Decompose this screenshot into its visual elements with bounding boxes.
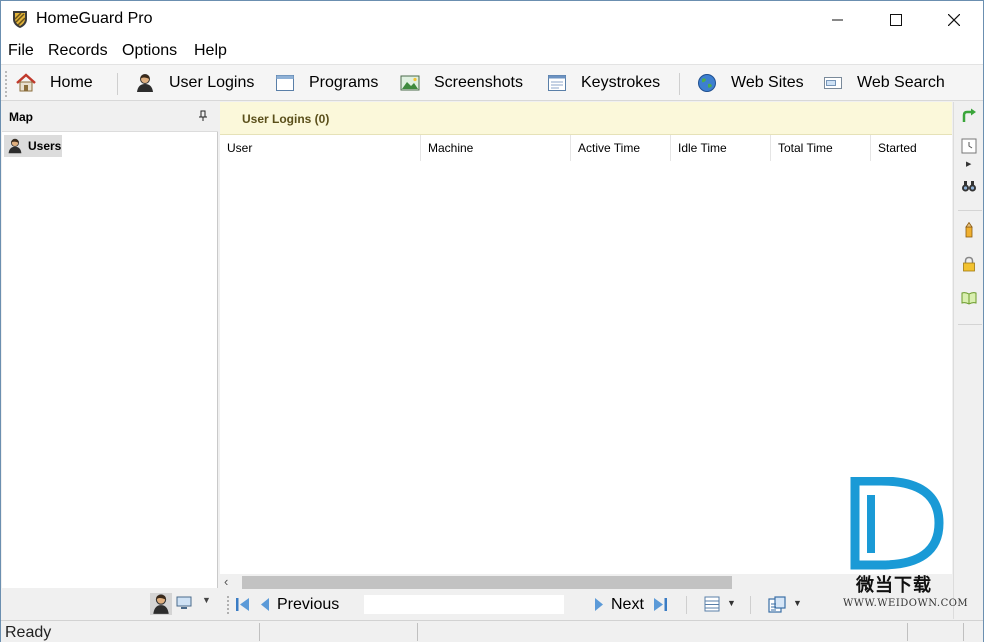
shield-logo-icon [13,11,27,28]
column-header-active-time[interactable]: Active Time [571,135,671,161]
maximize-button[interactable] [867,1,925,38]
maximize-icon [890,13,902,26]
view-options-dropdown-icon[interactable]: ▼ [727,598,736,608]
next-icon[interactable] [594,597,604,612]
map-pane-footer: ▼ [2,589,218,619]
first-page-icon[interactable] [235,597,251,612]
panel-title: User Logins (0) [242,112,330,126]
map-pane-header: Map [2,102,218,132]
tree-item-users-label: Users [28,139,62,153]
status-divider [963,623,964,641]
window-title: HomeGuard Pro [36,10,153,27]
lock-icon[interactable] [961,256,977,272]
toolbar-keystrokes-label: Keystrokes [581,74,661,91]
toolbar-screenshots-label: Screenshots [434,74,523,91]
machines-view-icon[interactable] [176,596,192,610]
user-icon [8,138,22,154]
close-icon [948,13,960,26]
window-icon [276,75,294,91]
panel-header: User Logins (0) [220,102,952,135]
scrollbar-thumb[interactable] [242,576,732,589]
next-button[interactable]: Next [611,596,644,614]
menu-help[interactable]: Help [194,42,227,60]
status-divider [417,623,418,641]
export-dropdown-icon[interactable]: ▼ [793,598,802,608]
keyboard-icon [548,75,566,91]
title-bar: HomeGuard Pro [1,1,983,38]
home-icon [16,73,36,92]
toolbar-home-button[interactable]: Home [16,65,93,101]
navbar-separator [750,596,751,614]
tree-item-users[interactable]: Users [4,135,62,157]
strip-separator [958,324,982,325]
column-header-user[interactable]: User [220,135,421,161]
toolbar-programs-label: Programs [309,74,379,91]
menu-options[interactable]: Options [122,42,177,60]
toolbar-keystrokes-button[interactable]: Keystrokes [547,65,660,101]
column-header-machine[interactable]: Machine [421,135,571,161]
user-icon [137,74,153,92]
watermark-url: WWW.WEIDOWN.COM [843,598,969,609]
toolbar-home-label: Home [50,74,93,91]
toolbar-web-sites-button[interactable]: Web Sites [697,65,804,101]
minimize-button[interactable] [809,1,867,38]
toolbar-user-logins-button[interactable]: User Logins [135,65,254,101]
toolbar-programs-button[interactable]: Programs [275,65,378,101]
pen-icon[interactable] [961,222,977,238]
column-header-started[interactable]: Started [871,135,952,161]
table-header-row: User Machine Active Time Idle Time Total… [220,135,952,161]
previous-icon[interactable] [260,597,270,612]
toolbar-separator [679,73,680,95]
menu-bar: File Records Options Help [1,38,983,64]
book-icon[interactable] [961,290,977,306]
menu-file[interactable]: File [8,42,34,60]
scroll-left-icon[interactable]: ‹ [224,574,228,589]
navbar-separator [686,596,687,614]
toolbar-web-sites-label: Web Sites [731,74,804,91]
status-divider [907,623,908,641]
binoculars-icon[interactable] [961,178,977,194]
watermark-brand: 微当下载 [856,575,932,596]
status-bar: Ready [1,620,983,642]
toolbar-web-search-label: Web Search [857,74,945,91]
expand-arrow-icon[interactable]: ▶ [966,160,971,168]
toolbar-separator [117,73,118,95]
view-dropdown-icon[interactable]: ▼ [202,595,211,605]
toolbar-user-logins-label: User Logins [169,74,255,91]
status-text: Ready [5,624,52,641]
main-toolbar: Home User Logins Programs Screenshots Ke… [1,64,983,101]
record-position-field[interactable] [364,595,564,614]
clock-icon[interactable] [961,138,977,154]
last-page-icon[interactable] [652,597,668,612]
navbar-grip[interactable] [227,596,229,614]
toolbar-screenshots-button[interactable]: Screenshots [400,65,523,101]
toolbar-web-search-button[interactable]: Web Search [823,65,945,101]
toolbar-grip[interactable] [5,71,7,97]
strip-separator [958,210,982,211]
app-window: HomeGuard Pro File Records Options Help … [0,0,984,642]
list-view-icon[interactable] [704,596,720,612]
menu-records[interactable]: Records [48,42,108,60]
previous-button[interactable]: Previous [277,596,339,614]
minimize-icon [832,19,843,20]
refresh-icon[interactable] [961,108,977,124]
pin-icon[interactable] [198,110,208,122]
user-icon [153,594,169,614]
globe-icon [698,74,716,92]
column-header-idle-time[interactable]: Idle Time [671,135,771,161]
users-view-button[interactable] [150,593,172,615]
status-divider [259,623,260,641]
map-pane-title: Map [9,110,33,124]
close-button[interactable] [925,1,983,38]
image-icon [400,75,420,91]
right-tool-strip: ▶ [953,102,983,619]
map-pane: Map Users [2,102,218,588]
column-header-total-time[interactable]: Total Time [771,135,871,161]
export-icon[interactable] [768,596,786,613]
searchbox-icon [824,77,842,89]
